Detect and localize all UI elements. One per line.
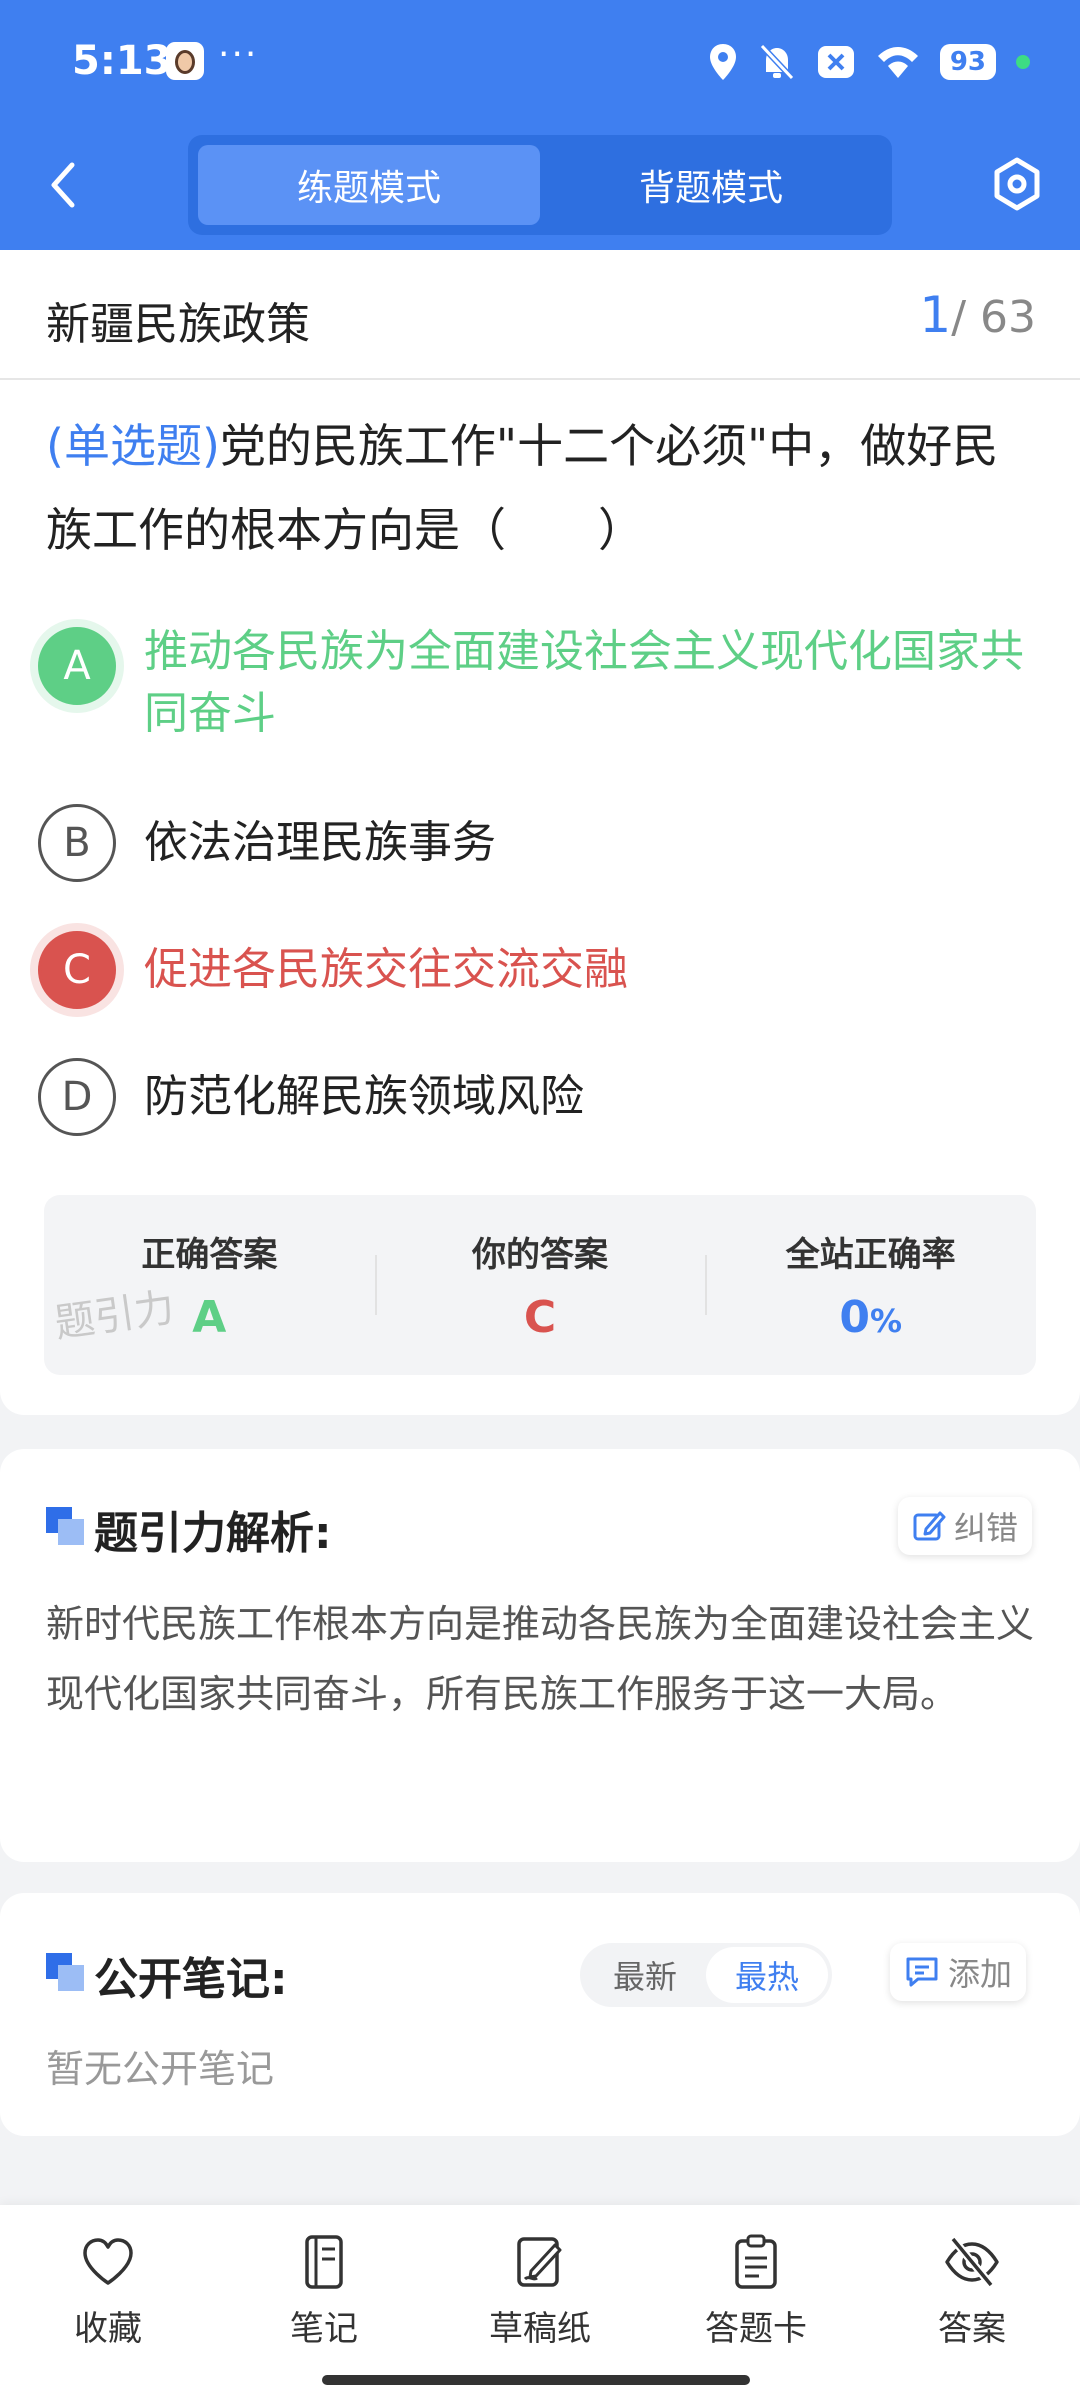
option-d[interactable]: D 防范化解民族领域风险 [38, 1058, 1024, 1136]
add-note-label: 添加 [948, 1955, 1013, 1993]
answer-result-panel: 正确答案 A 题引力 你的答案 C 全站正确率 0% [44, 1195, 1036, 1375]
total-questions: / 63 [951, 292, 1036, 343]
nav-answer-sheet[interactable]: 答题卡 [676, 2233, 836, 2350]
app-header: 5:13 ··· 93 练题模式 背题模式 [0, 0, 1080, 250]
nav-answer-sheet-label: 答题卡 [705, 2309, 807, 2349]
public-notes-card: 公开笔记: 最新 最热 添加 暂无公开笔记 [0, 1893, 1080, 2136]
notebook-icon [305, 2235, 343, 2289]
option-d-text: 防范化解民族领域风险 [144, 1071, 584, 1122]
option-b-text: 依法治理民族事务 [144, 817, 496, 868]
option-a[interactable]: A 推动各民族为全面建设社会主义现代化国家共同奋斗 [38, 626, 1024, 745]
home-indicator[interactable] [322, 2375, 750, 2385]
nav-answer[interactable]: 答案 [892, 2233, 1052, 2350]
bottom-toolbar: 收藏 笔记 草稿纸 答题卡 答案 [0, 2205, 1080, 2400]
category-title: 新疆民族政策 [46, 299, 310, 350]
more-notifications-icon: ··· [218, 34, 259, 75]
nav-draft[interactable]: 草稿纸 [460, 2233, 620, 2350]
eye-off-icon [945, 2236, 999, 2288]
add-note-button[interactable]: 添加 [890, 1943, 1027, 2001]
mode-switch: 练题模式 背题模式 [188, 135, 892, 235]
answer-sheet-icon [735, 2234, 777, 2289]
sort-hottest-tab[interactable]: 最热 [706, 1947, 828, 2003]
option-c-text: 促进各民族交往交流交融 [144, 944, 628, 995]
bell-muted-icon [759, 43, 795, 81]
site-accuracy-label: 全站正确率 [785, 1235, 956, 1275]
your-answer-label: 你的答案 [472, 1235, 608, 1275]
question-counter[interactable]: 1/ 63 [919, 286, 1036, 344]
question-card: (单选题)党的民族工作"十二个必须"中，做好民族工作的根本方向是（ ） A 推动… [0, 380, 1080, 1415]
analysis-section-icon [46, 1507, 84, 1545]
settings-icon[interactable] [988, 155, 1046, 213]
site-accuracy-value: 0% [705, 1292, 1036, 1343]
nav-favorite[interactable]: 收藏 [28, 2233, 188, 2350]
heart-icon [83, 2238, 133, 2285]
your-answer-value: C [523, 1292, 557, 1343]
site-accuracy-unit: % [869, 1302, 903, 1340]
analysis-title: 题引力解析: [94, 1508, 332, 1559]
report-error-button[interactable]: 纠错 [898, 1497, 1033, 1555]
tab-memorize-mode[interactable]: 背题模式 [540, 145, 882, 225]
nav-notes-label: 笔记 [290, 2309, 358, 2349]
status-time: 5:13 [72, 38, 172, 84]
nav-favorite-label: 收藏 [74, 2309, 142, 2349]
draft-icon [517, 2237, 562, 2287]
battery-level: 93 [939, 44, 996, 80]
analysis-text: 新时代民族工作根本方向是推动各民族为全面建设社会主义现代化国家共同奋斗，所有民族… [46, 1602, 1035, 1716]
option-d-badge: D [38, 1058, 116, 1136]
report-error-label: 纠错 [954, 1509, 1019, 1547]
question-title-bar: 新疆民族政策 1/ 63 [0, 250, 1080, 380]
your-answer-col: 你的答案 C [374, 1195, 706, 1375]
correct-answer-label: 正确答案 [141, 1235, 278, 1275]
nav-draft-label: 草稿纸 [489, 2309, 591, 2349]
notes-section-icon [46, 1953, 84, 1991]
option-c[interactable]: C 促进各民族交往交流交融 [38, 931, 1024, 1009]
notification-avatar-icon [166, 42, 204, 80]
analysis-card: 题引力解析: 纠错 新时代民族工作根本方向是推动各民族为全面建设社会主义现代化国… [0, 1449, 1080, 1862]
nav-notes[interactable]: 笔记 [244, 2233, 404, 2350]
close-box-icon [817, 46, 854, 78]
option-a-text: 推动各民族为全面建设社会主义现代化国家共同奋斗 [144, 626, 1024, 739]
sort-newest-tab[interactable]: 最新 [584, 1947, 706, 2003]
location-icon [709, 44, 736, 80]
site-accuracy-number: 0 [839, 1292, 870, 1343]
question-type: (单选题) [46, 419, 220, 473]
option-c-badge: C [38, 931, 116, 1009]
current-question-number: 1 [919, 286, 952, 344]
status-icons: 93 [708, 40, 1030, 84]
status-bar: 5:13 ··· 93 [0, 0, 1080, 125]
notes-title: 公开笔记: [94, 1954, 288, 2005]
edit-icon [913, 1511, 946, 1541]
nav-answer-label: 答案 [938, 2309, 1006, 2349]
question-text: (单选题)党的民族工作"十二个必须"中，做好民族工作的根本方向是（ ） [46, 404, 1041, 572]
site-accuracy-col: 全站正确率 0% [705, 1195, 1036, 1375]
notes-sort-switch: 最新 最热 [580, 1943, 832, 2007]
option-b[interactable]: B 依法治理民族事务 [38, 804, 1024, 882]
option-a-badge: A [38, 627, 116, 705]
tab-practice-mode[interactable]: 练题模式 [198, 145, 540, 225]
correct-answer-col: 正确答案 A 题引力 [44, 1195, 375, 1375]
option-b-badge: B [38, 804, 116, 882]
comment-icon [906, 1957, 938, 1987]
privacy-indicator-icon [1016, 55, 1030, 69]
back-icon[interactable] [38, 155, 88, 215]
wifi-icon [877, 47, 918, 78]
notes-empty-text: 暂无公开笔记 [46, 2047, 275, 2091]
